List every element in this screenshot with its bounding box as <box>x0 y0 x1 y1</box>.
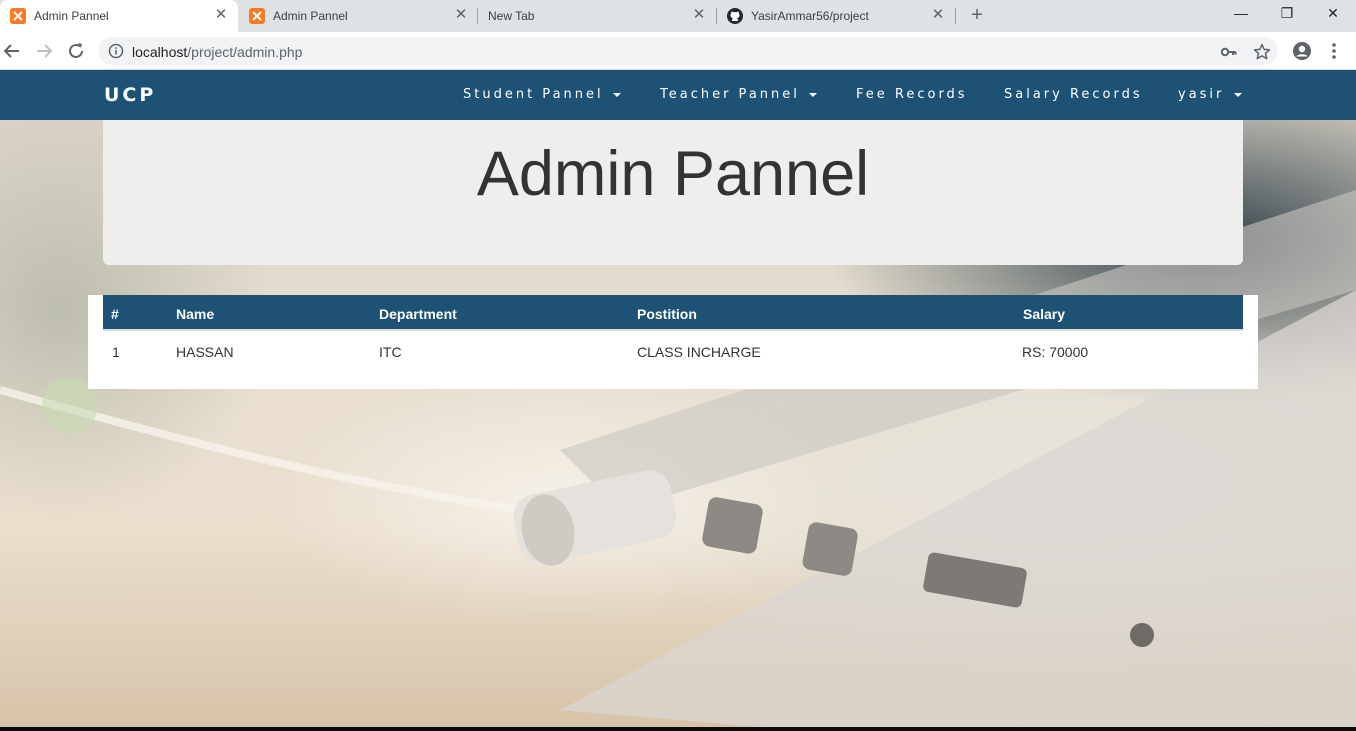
forward-arrow-icon[interactable] <box>33 40 55 62</box>
caret-down-icon <box>612 92 621 97</box>
tab-title: New Tab <box>488 9 535 23</box>
page-title: Admin Pannel <box>476 139 870 209</box>
salary-table: # Name Department Postition Salary 1 HAS… <box>88 295 1258 389</box>
info-icon[interactable] <box>108 43 124 59</box>
xampp-icon <box>10 8 26 24</box>
tab-title: Admin Pannel <box>273 9 348 23</box>
tab-title: YasirAmmar56/project <box>751 9 869 23</box>
page-viewport: UCP Student Pannel Teacher Pannel Fee Re… <box>0 70 1356 727</box>
key-icon[interactable] <box>1220 43 1238 61</box>
tab-new-tab[interactable]: New Tab ✕ <box>478 0 716 32</box>
nav-salary-records[interactable]: Salary Records <box>1004 87 1143 102</box>
cell-number: 1 <box>112 344 120 360</box>
column-header-number: # <box>111 306 119 322</box>
url-host: localhost <box>132 44 188 60</box>
cell-name: HASSAN <box>176 344 234 360</box>
tab-strip: Admin Pannel ✕ Admin Pannel ✕ New Tab ✕ … <box>0 0 1356 32</box>
tab-admin-pannel-2[interactable]: Admin Pannel ✕ <box>239 0 477 32</box>
brand-logo[interactable]: UCP <box>104 84 156 106</box>
tab-title: Admin Pannel <box>34 9 109 23</box>
site-navbar: UCP Student Pannel Teacher Pannel Fee Re… <box>0 70 1356 120</box>
nav-label: yasir <box>1178 87 1225 102</box>
address-bar[interactable]: localhost/project/admin.php <box>98 37 1278 65</box>
back-arrow-icon[interactable] <box>1 40 23 62</box>
star-icon[interactable] <box>1253 43 1271 61</box>
nav-label: Fee Records <box>856 87 968 102</box>
table-header: # Name Department Postition Salary <box>103 295 1243 331</box>
profile-icon[interactable] <box>1292 41 1312 61</box>
nav-user-menu[interactable]: yasir <box>1178 87 1242 102</box>
reload-icon[interactable] <box>65 40 87 62</box>
tab-separator <box>955 8 956 24</box>
xampp-icon <box>249 8 265 24</box>
table-row: 1 HASSAN ITC CLASS INCHARGE RS: 70000 <box>103 331 1243 371</box>
cell-salary: RS: 70000 <box>1022 344 1089 360</box>
caret-down-icon <box>809 92 818 97</box>
close-tab-icon[interactable]: ✕ <box>690 6 708 24</box>
browser-toolbar: localhost/project/admin.php <box>0 32 1356 70</box>
nav-label: Teacher Pannel <box>660 87 800 102</box>
caret-down-icon <box>1233 92 1242 97</box>
github-icon <box>727 8 743 24</box>
close-tab-icon[interactable]: ✕ <box>929 6 947 24</box>
close-tab-icon[interactable]: ✕ <box>212 6 230 24</box>
column-header-position: Postition <box>637 306 697 322</box>
restore-button[interactable]: ❐ <box>1264 0 1310 28</box>
nav-label: Student Pannel <box>463 87 604 102</box>
new-tab-button[interactable]: + <box>965 4 989 28</box>
minimize-button[interactable]: — <box>1218 0 1264 28</box>
column-header-salary: Salary <box>1023 306 1066 322</box>
close-window-button[interactable]: ✕ <box>1310 0 1356 28</box>
nav-label: Salary Records <box>1004 87 1143 102</box>
url-path: /project/admin.php <box>187 44 303 60</box>
window-bottom-edge <box>0 727 1356 731</box>
url-text: localhost/project/admin.php <box>132 44 302 60</box>
column-header-name: Name <box>176 306 215 322</box>
menu-dots-icon[interactable] <box>1324 41 1344 61</box>
tab-github-project[interactable]: YasirAmmar56/project ✕ <box>717 0 955 32</box>
nav-fee-records[interactable]: Fee Records <box>856 87 968 102</box>
column-header-department: Department <box>379 306 457 322</box>
close-tab-icon[interactable]: ✕ <box>452 6 470 24</box>
cell-position: CLASS INCHARGE <box>637 344 761 360</box>
nav-student-pannel[interactable]: Student Pannel <box>463 87 621 102</box>
tab-admin-pannel-1[interactable]: Admin Pannel ✕ <box>0 0 238 32</box>
page-header-panel: Admin Pannel <box>103 120 1243 265</box>
nav-teacher-pannel[interactable]: Teacher Pannel <box>660 87 818 102</box>
cell-department: ITC <box>379 344 402 360</box>
